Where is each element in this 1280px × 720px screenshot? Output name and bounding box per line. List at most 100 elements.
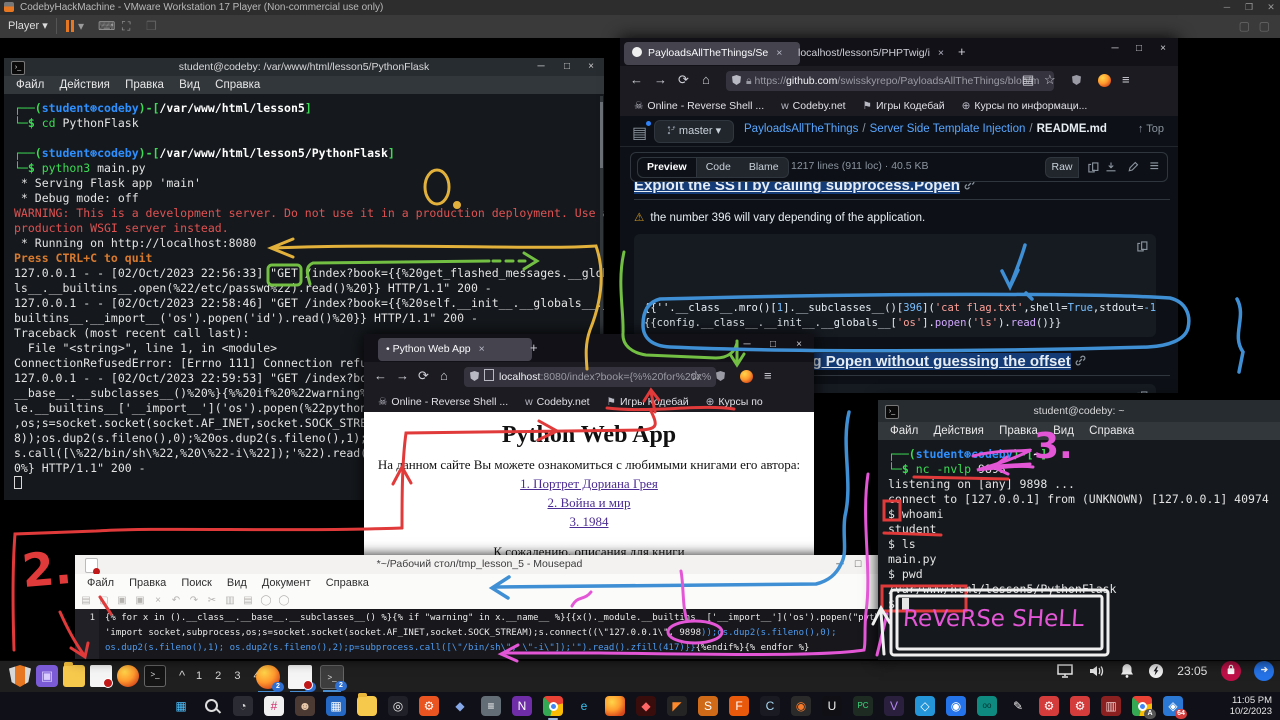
workspace-pager-icon[interactable]: ▣ <box>36 665 58 687</box>
chevron-up-icon[interactable]: ^ <box>171 665 193 687</box>
tab-payloadsallthethings[interactable]: PayloadsAllTheThings/Se× <box>624 42 800 65</box>
link-icon[interactable] <box>964 182 975 190</box>
toolbox-icon[interactable]: ▥ <box>1101 696 1121 716</box>
menu-help[interactable]: Справка <box>1089 425 1134 437</box>
scrollbar-thumb[interactable] <box>600 102 603 168</box>
search-icon[interactable] <box>202 696 222 716</box>
outline-icon[interactable]: ≡ <box>1150 158 1159 176</box>
send-cad-icon[interactable]: ⌨ <box>98 19 115 33</box>
tab-close-icon[interactable]: × <box>776 47 782 59</box>
back-icon[interactable]: ← <box>374 368 387 383</box>
reader-mode-icon[interactable]: ▤ <box>1022 72 1034 88</box>
window-mousepad-icon[interactable]: 2 <box>288 665 312 689</box>
file-manager-icon[interactable] <box>63 665 85 687</box>
bookmark-games[interactable]: ⚑Игры Кодебай <box>607 396 689 408</box>
search-icon[interactable]: ◯ <box>259 594 273 607</box>
branch-selector[interactable]: master ▾ <box>654 120 734 143</box>
back-icon[interactable]: ← <box>630 72 643 87</box>
menu-view[interactable]: Вид <box>1053 425 1074 437</box>
red-app-icon[interactable]: ◆ <box>636 696 656 716</box>
bookmark-games[interactable]: ⚑Игры Кодебай <box>863 100 945 112</box>
toolbar-right-icon[interactable]: ▢ <box>1239 19 1250 33</box>
firefox-icon[interactable] <box>117 665 139 687</box>
oo-app-icon[interactable]: oo <box>977 696 997 716</box>
unreal-icon[interactable]: U <box>822 696 842 716</box>
menu-document[interactable]: Документ <box>262 577 311 589</box>
menu-help[interactable]: Справка <box>326 577 369 589</box>
forward-icon[interactable]: → <box>654 72 667 87</box>
maximize-button[interactable]: □ <box>1128 43 1150 54</box>
edge-icon[interactable]: e <box>574 696 594 716</box>
notification-bell-icon[interactable] <box>1119 663 1135 679</box>
gear-red-2-icon[interactable]: ⚙ <box>1070 696 1090 716</box>
back-to-top-link[interactable]: ↑ Top <box>1138 123 1164 135</box>
bookmark-codeby[interactable]: wCodeby.net <box>781 100 846 112</box>
visual-studio-icon[interactable]: V <box>884 696 904 716</box>
firefox-icon[interactable] <box>605 696 625 716</box>
vmware-maximize-button[interactable]: ❐ <box>1240 0 1258 15</box>
home-icon[interactable]: ⌂ <box>702 72 710 87</box>
address-bar[interactable]: localhost:8080/index?book={%%20for%20x% <box>464 367 716 387</box>
copy-icon[interactable]: ▥ <box>223 594 237 607</box>
home-icon[interactable]: ⌂ <box>440 368 448 383</box>
display-icon[interactable] <box>1056 664 1074 678</box>
text-editor-icon[interactable] <box>90 665 112 687</box>
chrome-icon[interactable] <box>543 696 563 716</box>
blender-icon[interactable]: ◉ <box>791 696 811 716</box>
vmware-close-button[interactable]: ✕ <box>1262 0 1280 15</box>
bookmark-courses[interactable]: ⊕Курсы по информаци... <box>962 100 1088 112</box>
close-button[interactable]: × <box>788 339 810 350</box>
toolbar-right-icon2[interactable]: ▢ <box>1259 19 1270 33</box>
cinema4d-icon[interactable]: C <box>760 696 780 716</box>
minimize-button[interactable]: ─ <box>832 555 848 574</box>
menu-view[interactable]: Вид <box>227 577 247 589</box>
fullscreen-icon[interactable]: ⛶ <box>122 19 130 34</box>
bookmark-reverse-shell[interactable]: ☠Online - Reverse Shell ... <box>378 396 508 408</box>
copy-icon[interactable] <box>1136 240 1148 252</box>
tab-close-icon[interactable]: × <box>938 47 944 59</box>
terminal-titlebar[interactable]: ›_ student@codeby: /var/www/html/lesson5… <box>4 58 604 76</box>
new-tab-button[interactable]: + <box>958 44 966 59</box>
tracking-shield-icon[interactable] <box>732 75 741 85</box>
new-file-icon[interactable]: ▤ <box>79 594 93 607</box>
vmware-minimize-button[interactable]: ─ <box>1218 0 1236 15</box>
portrait-app-icon[interactable]: ☻ <box>295 696 315 716</box>
window-firefox-icon[interactable]: 2 <box>256 665 280 689</box>
book-link-1[interactable]: 1. Портрет Дориана Грея <box>364 476 814 492</box>
maximize-button[interactable]: □ <box>556 58 578 76</box>
f-app-icon[interactable]: F <box>729 696 749 716</box>
maximize-button[interactable]: □ <box>762 339 784 350</box>
camera-app-icon[interactable]: ◎ <box>388 696 408 716</box>
reload-icon[interactable]: ⟳ <box>678 72 689 88</box>
menu-help[interactable]: Справка <box>215 79 260 91</box>
start-icon[interactable]: ▦ <box>171 696 191 716</box>
pause-icon[interactable] <box>66 20 69 32</box>
breadcrumb-folder[interactable]: Server Side Template Injection <box>870 123 1026 135</box>
logout-arrow-icon[interactable] <box>1254 661 1274 681</box>
copy-icon[interactable] <box>1136 390 1148 393</box>
cut-icon[interactable]: ✂ <box>205 594 219 607</box>
menu-hamburger-icon[interactable]: ≡ <box>1122 72 1130 87</box>
onenote-icon[interactable]: N <box>512 696 532 716</box>
address-bar[interactable]: 🔒︎ https://github.com/swisskyrepo/Payloa… <box>726 71 1054 91</box>
terminal-icon[interactable]: >_ <box>144 665 166 687</box>
menu-actions[interactable]: Действия <box>59 79 109 91</box>
undo-icon[interactable]: ↶ <box>169 594 183 607</box>
book-link-2[interactable]: 2. Война и мир <box>364 495 814 511</box>
open-file-icon[interactable]: ▢ <box>97 594 111 607</box>
menu-edit[interactable]: Правка <box>999 425 1038 437</box>
power-manager-icon[interactable] <box>1148 663 1164 679</box>
pen-app-icon[interactable]: ✎ <box>1008 696 1028 716</box>
screen-lock-icon[interactable] <box>1221 661 1241 681</box>
virtualbox-icon[interactable]: ◆ <box>450 696 470 716</box>
vmware-icon[interactable]: ≡ <box>481 696 501 716</box>
kali-menu-icon[interactable] <box>9 665 31 687</box>
tracking-shield-icon[interactable] <box>470 371 479 381</box>
tab-preview[interactable]: Preview <box>638 158 697 177</box>
player-menu[interactable]: Player ▾ <box>8 19 48 32</box>
vscode-icon[interactable]: ◇ <box>915 696 935 716</box>
gauge-app-icon[interactable]: ◔ <box>233 696 253 716</box>
pause-icon[interactable] <box>71 20 74 32</box>
pause-dropdown-icon[interactable]: ▾ <box>78 19 84 33</box>
paste-icon[interactable]: ▤ <box>241 594 255 607</box>
